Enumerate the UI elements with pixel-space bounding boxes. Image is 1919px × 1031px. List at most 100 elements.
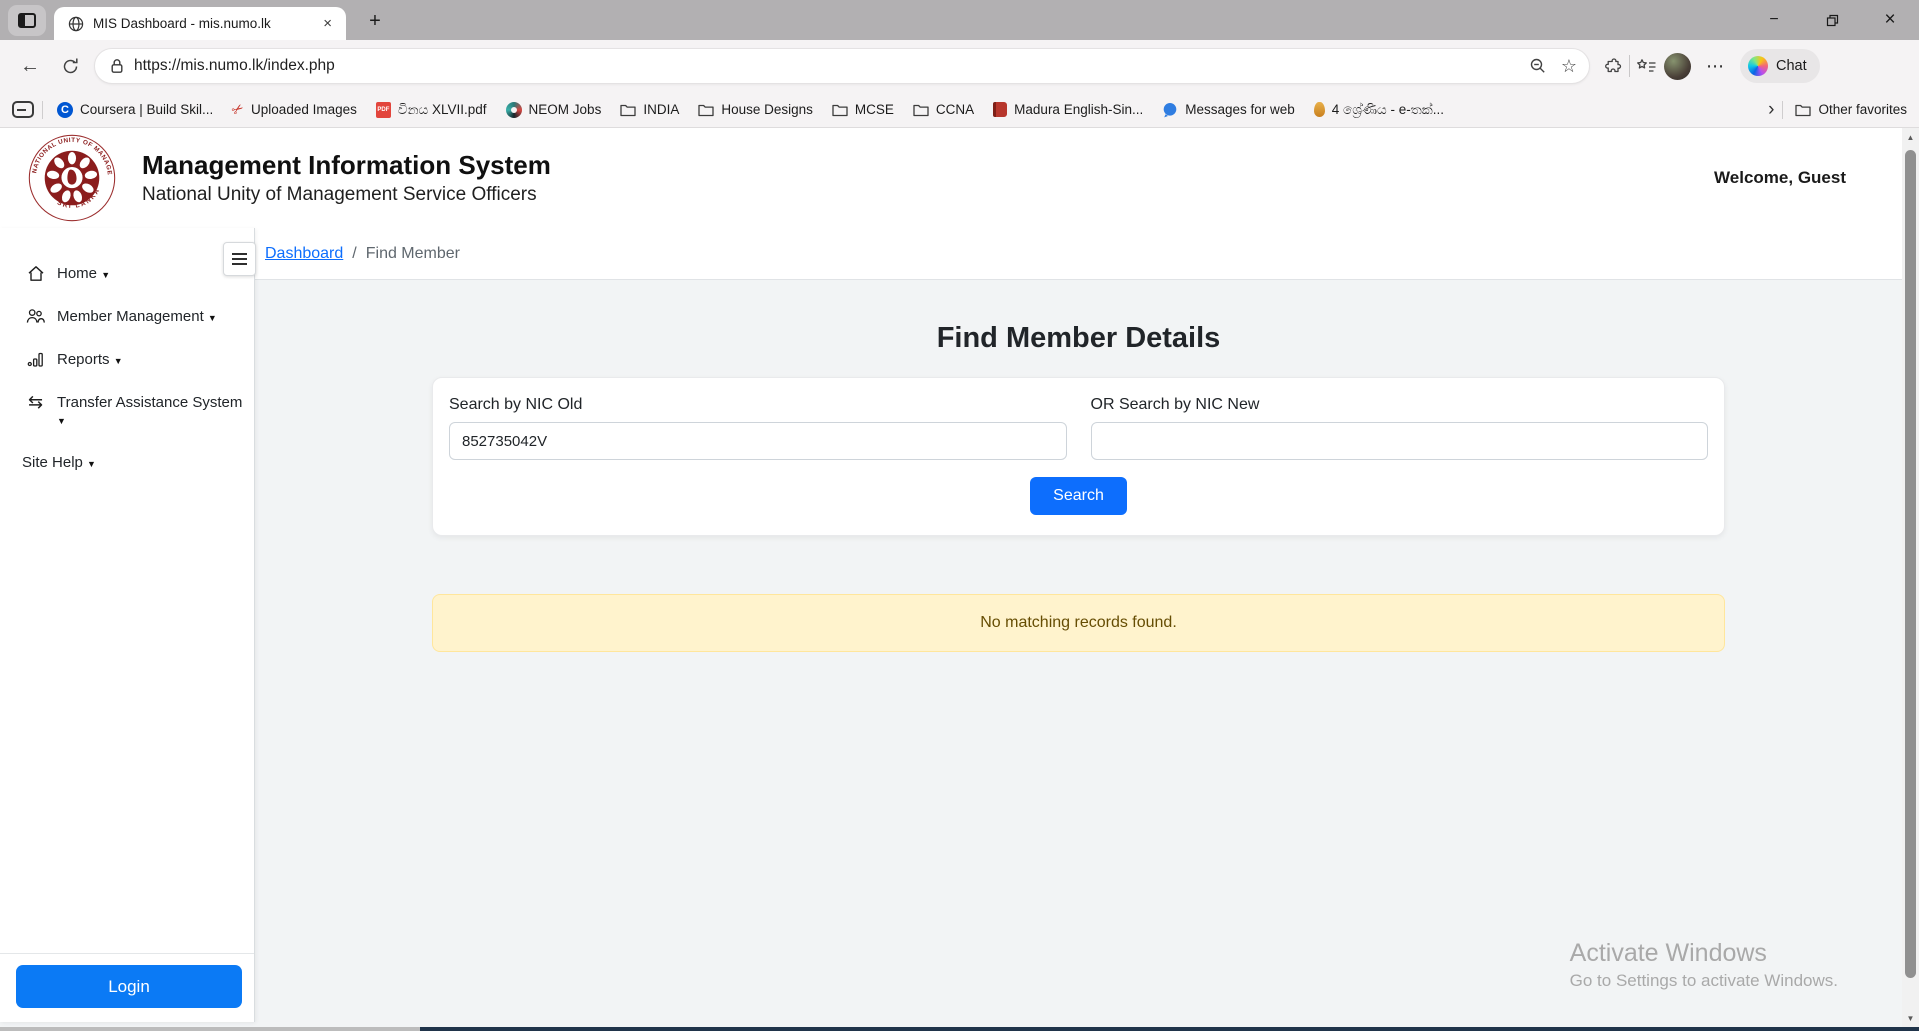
- sidebar-toggle-button[interactable]: [223, 242, 256, 276]
- bookmark-item[interactable]: House Designs: [698, 102, 813, 117]
- bookmark-item[interactable]: INDIA: [620, 102, 679, 117]
- nic-old-input[interactable]: [449, 422, 1067, 460]
- folder-icon: [698, 103, 714, 117]
- bookmark-item[interactable]: NEOM Jobs: [506, 102, 602, 118]
- bookmark-label: Coursera | Build Skil...: [80, 102, 213, 117]
- sidebar-item-label: Transfer Assistance System ▼: [57, 394, 246, 428]
- reports-icon: [26, 351, 45, 367]
- page-scrollbar[interactable]: ▲ ▼: [1902, 128, 1919, 1031]
- bookmark-item[interactable]: MCSE: [832, 102, 894, 117]
- lamp-icon: [1314, 102, 1325, 117]
- folder-icon: [913, 103, 929, 117]
- settings-menu-icon[interactable]: [1706, 56, 1724, 77]
- scrollbar-up-icon[interactable]: ▲: [1902, 133, 1919, 142]
- browser-toolbar: https://mis.numo.lk/index.php Chat: [0, 40, 1919, 92]
- copilot-chat-button[interactable]: Chat: [1740, 49, 1820, 83]
- sidebar-item-transfer-assistance[interactable]: Transfer Assistance System ▼: [0, 381, 254, 441]
- site-header: NATIONAL UNITY OF MANAGEMENT SERVICE OFF…: [0, 128, 1902, 228]
- sidebar-item-site-help[interactable]: Site Help ▼: [0, 441, 254, 484]
- nic-new-input[interactable]: [1091, 422, 1709, 460]
- bookmark-label: INDIA: [643, 102, 679, 117]
- folder-icon: [1795, 103, 1811, 117]
- other-favorites-label: Other favorites: [1818, 102, 1907, 117]
- chat-label: Chat: [1776, 58, 1807, 74]
- bookmark-app-icon[interactable]: [12, 101, 34, 118]
- bookmark-item[interactable]: Uploaded Images: [232, 101, 357, 118]
- folder-icon: [832, 103, 848, 117]
- bookmark-label: Messages for web: [1185, 102, 1295, 117]
- sidebar-item-home[interactable]: Home ▼: [0, 252, 254, 295]
- back-icon[interactable]: [14, 55, 46, 78]
- other-favorites-button[interactable]: Other favorites: [1795, 102, 1907, 117]
- sidebar-panel: Home ▼ Member Management ▼ Reports ▼: [0, 228, 255, 1022]
- profile-avatar[interactable]: [1664, 53, 1691, 80]
- folder-icon: [620, 103, 636, 117]
- close-button[interactable]: [1861, 0, 1919, 40]
- home-icon: [26, 265, 45, 282]
- more-bookmarks-chevron-icon[interactable]: [1760, 99, 1782, 121]
- sidebar: Home ▼ Member Management ▼ Reports ▼: [0, 228, 255, 1031]
- minimize-button[interactable]: [1745, 0, 1803, 40]
- no-records-alert: No matching records found.: [432, 594, 1725, 652]
- bookmark-item[interactable]: Messages for web: [1162, 102, 1295, 118]
- browser-tab[interactable]: MIS Dashboard - mis.numo.lk: [54, 7, 346, 40]
- watermark-line1: Activate Windows: [1570, 939, 1838, 968]
- bookmark-label: MCSE: [855, 102, 894, 117]
- content-area: Dashboard / Find Member Find Member Deta…: [255, 228, 1902, 1031]
- bookmarks-bar: Coursera | Build Skil... Uploaded Images…: [0, 92, 1919, 128]
- sidebar-item-label: Member Management ▼: [57, 308, 217, 325]
- tab-title: MIS Dashboard - mis.numo.lk: [93, 16, 319, 31]
- sidebar-item-member-management[interactable]: Member Management ▼: [0, 295, 254, 338]
- extensions-icon[interactable]: [1604, 57, 1623, 76]
- breadcrumb-link-dashboard[interactable]: Dashboard: [265, 245, 343, 263]
- bookmark-label: Madura English-Sin...: [1014, 102, 1143, 117]
- bookmark-item[interactable]: විනය XLVII.pdf: [376, 102, 487, 118]
- zoom-out-icon[interactable]: [1529, 57, 1547, 75]
- chat-bubble-icon: [1162, 102, 1178, 118]
- main-panel: Find Member Details Search by NIC Old OR…: [255, 280, 1902, 1031]
- tab-workspaces-button[interactable]: [8, 5, 46, 36]
- toolbar-divider: [1629, 55, 1630, 77]
- pdf-icon: [376, 102, 391, 118]
- bookmark-item[interactable]: CCNA: [913, 102, 974, 117]
- bookmark-label: NEOM Jobs: [529, 102, 602, 117]
- book-icon: [993, 102, 1007, 117]
- web-page: NATIONAL UNITY OF MANAGEMENT SERVICE OFF…: [0, 128, 1902, 1031]
- bookmarks-divider: [42, 101, 43, 119]
- search-button[interactable]: Search: [1030, 477, 1127, 515]
- search-card: Search by NIC Old OR Search by NIC New S…: [432, 377, 1725, 536]
- scrollbar-thumb[interactable]: [1905, 150, 1916, 978]
- sidebar-item-reports[interactable]: Reports ▼: [0, 338, 254, 381]
- tab-close-icon[interactable]: [319, 15, 336, 32]
- address-bar[interactable]: https://mis.numo.lk/index.php: [94, 48, 1590, 84]
- refresh-icon[interactable]: [54, 57, 86, 76]
- neom-icon: [506, 102, 522, 118]
- bookmark-item[interactable]: Madura English-Sin...: [993, 102, 1143, 117]
- caret-down-icon: ▼: [57, 416, 66, 426]
- coursera-icon: [57, 102, 73, 118]
- bookmark-item[interactable]: 4 ශ්‍රේණිය - e-තක්...: [1314, 102, 1444, 118]
- bookmark-label: House Designs: [721, 102, 813, 117]
- bookmark-label: CCNA: [936, 102, 974, 117]
- breadcrumb-separator: /: [352, 245, 356, 263]
- collections-icon[interactable]: [1636, 58, 1657, 75]
- bookmark-item[interactable]: Coursera | Build Skil...: [57, 102, 213, 118]
- caret-down-icon: ▼: [114, 356, 123, 366]
- new-tab-button[interactable]: [362, 8, 388, 34]
- members-icon: [26, 308, 45, 324]
- sidebar-item-label: Site Help ▼: [22, 454, 96, 471]
- favorite-star-icon[interactable]: [1561, 56, 1577, 77]
- caret-down-icon: ▼: [208, 313, 217, 323]
- window-controls: [1745, 0, 1919, 40]
- login-button[interactable]: Login: [16, 965, 242, 1008]
- sidebar-divider: [0, 953, 254, 954]
- browser-titlebar: MIS Dashboard - mis.numo.lk: [0, 0, 1919, 40]
- page-body: Home ▼ Member Management ▼ Reports ▼: [0, 228, 1902, 1031]
- sidebar-item-label: Home ▼: [57, 265, 110, 282]
- restore-button[interactable]: [1803, 0, 1861, 40]
- nic-old-label: Search by NIC Old: [449, 396, 1067, 414]
- scrollbar-down-icon[interactable]: ▼: [1902, 1014, 1919, 1023]
- welcome-text: Welcome, Guest: [1714, 168, 1846, 188]
- bookmark-label: විනය XLVII.pdf: [398, 102, 487, 118]
- url-text[interactable]: https://mis.numo.lk/index.php: [134, 57, 1529, 75]
